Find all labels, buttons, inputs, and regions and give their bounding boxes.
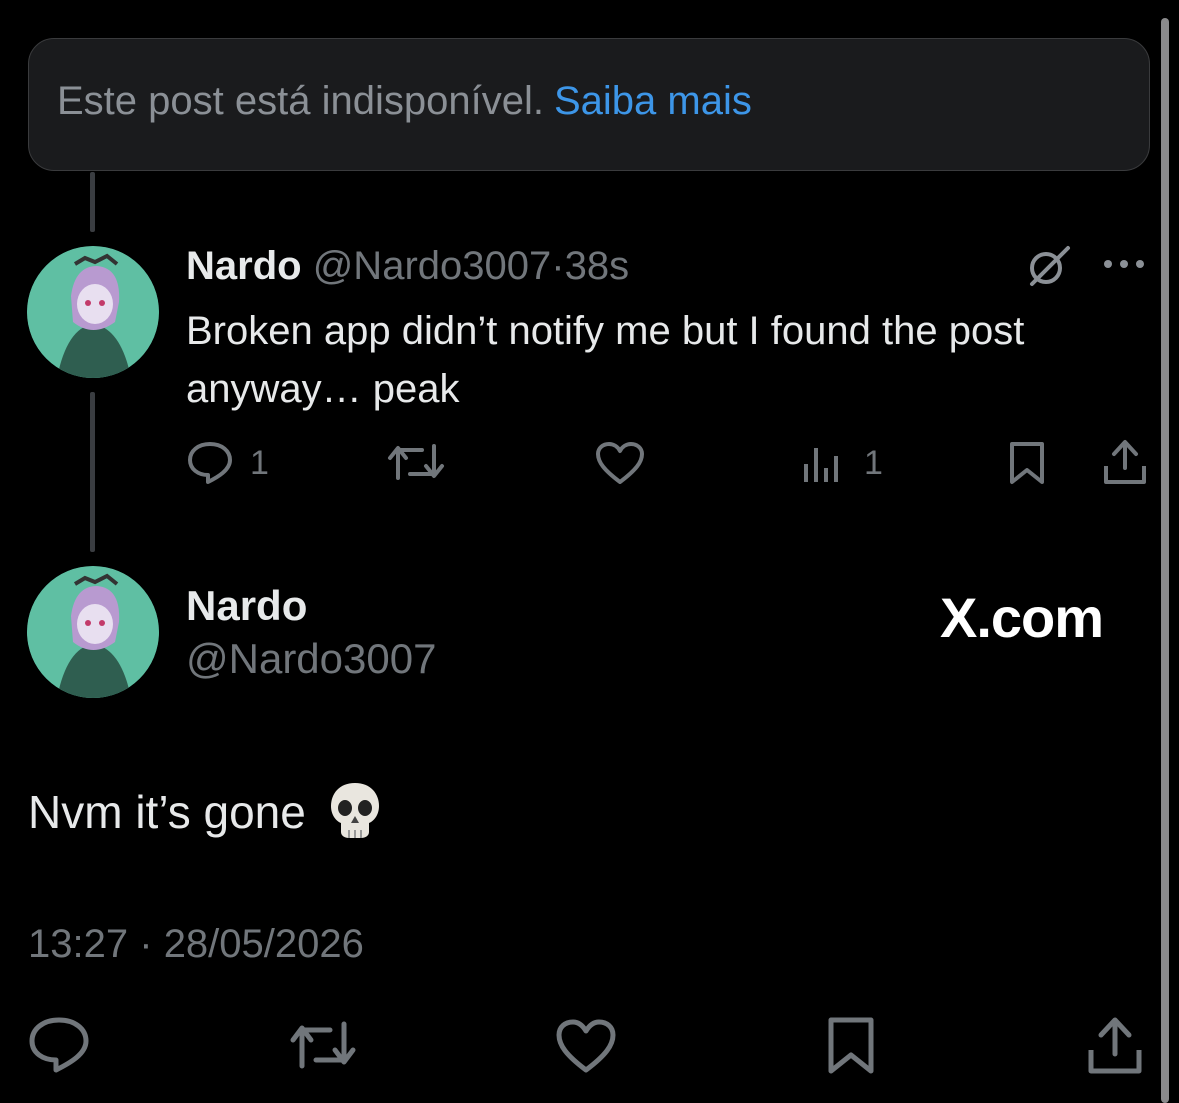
skull-icon <box>327 780 383 852</box>
notice-text: Este post está indisponível. <box>57 79 544 123</box>
retweet-icon[interactable] <box>386 442 446 482</box>
post-separator: · <box>139 922 153 966</box>
post-date: 28/05/2026 <box>163 922 364 966</box>
thread-line-top <box>90 172 95 232</box>
avatar-image <box>27 566 159 698</box>
unavailable-post-notice: Este post está indisponível. Saiba mais <box>28 38 1150 171</box>
bookmark-icon[interactable] <box>1006 440 1048 486</box>
more-icon[interactable] <box>1102 256 1148 272</box>
page: Este post está indisponível. Saiba mais N… <box>0 0 1179 1103</box>
post-time: 13:27 <box>28 922 129 966</box>
bookmark-icon[interactable] <box>824 1016 878 1076</box>
views-icon[interactable] <box>802 444 846 484</box>
reply-handle[interactable]: @Nardo3007 <box>313 244 552 288</box>
x-logo: X.com <box>940 586 1104 649</box>
thread-line-bottom <box>90 392 95 552</box>
reply-text: Broken app didn’t notify me but I found … <box>186 309 1025 411</box>
retweet-icon[interactable] <box>288 1020 358 1070</box>
post-timestamp: 13:27 · 28/05/2026 <box>28 922 364 966</box>
avatar[interactable] <box>27 246 159 378</box>
avatar[interactable] <box>27 566 159 698</box>
scrollbar[interactable] <box>1161 18 1169 1103</box>
reply-time[interactable]: 38s <box>565 244 630 288</box>
notice-text-row: Este post está indisponível. Saiba mais <box>57 81 752 121</box>
main-display-name[interactable]: Nardo <box>186 584 307 628</box>
grok-icon[interactable] <box>1024 242 1072 290</box>
learn-more-link[interactable]: Saiba mais <box>554 79 752 123</box>
share-icon[interactable] <box>1102 438 1148 486</box>
reply-header: Nardo @Nardo3007·38s <box>186 244 629 288</box>
reply-display-name[interactable]: Nardo <box>186 244 302 288</box>
avatar-image <box>27 246 159 378</box>
main-post-text-row: Nvm it’s gone <box>28 780 383 852</box>
reply-count: 1 <box>250 444 269 482</box>
reply-icon[interactable] <box>28 1016 90 1074</box>
share-icon[interactable] <box>1086 1014 1144 1076</box>
main-handle[interactable]: @Nardo3007 <box>186 637 436 681</box>
views-count: 1 <box>864 444 883 482</box>
main-post-text: Nvm it’s gone <box>28 786 306 839</box>
like-icon[interactable] <box>554 1018 618 1074</box>
reply-separator: · <box>551 244 565 288</box>
reply-icon[interactable] <box>186 440 234 486</box>
like-icon[interactable] <box>594 440 646 486</box>
